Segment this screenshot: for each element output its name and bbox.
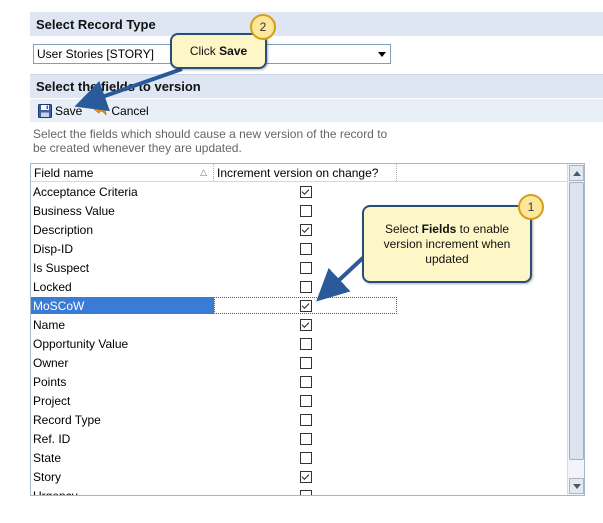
callout-2-arrow <box>74 67 183 112</box>
callout-1-text: Select Fields to enable version incremen… <box>383 221 511 266</box>
callout-2-text: Click Save <box>189 44 248 58</box>
callout-1-arrow <box>316 253 368 302</box>
step-1-badge: 1 <box>518 194 544 220</box>
callout-1: Select Fields to enable version incremen… <box>362 205 532 283</box>
callout-2: Click Save <box>170 33 267 69</box>
step-2-badge: 2 <box>250 14 276 40</box>
